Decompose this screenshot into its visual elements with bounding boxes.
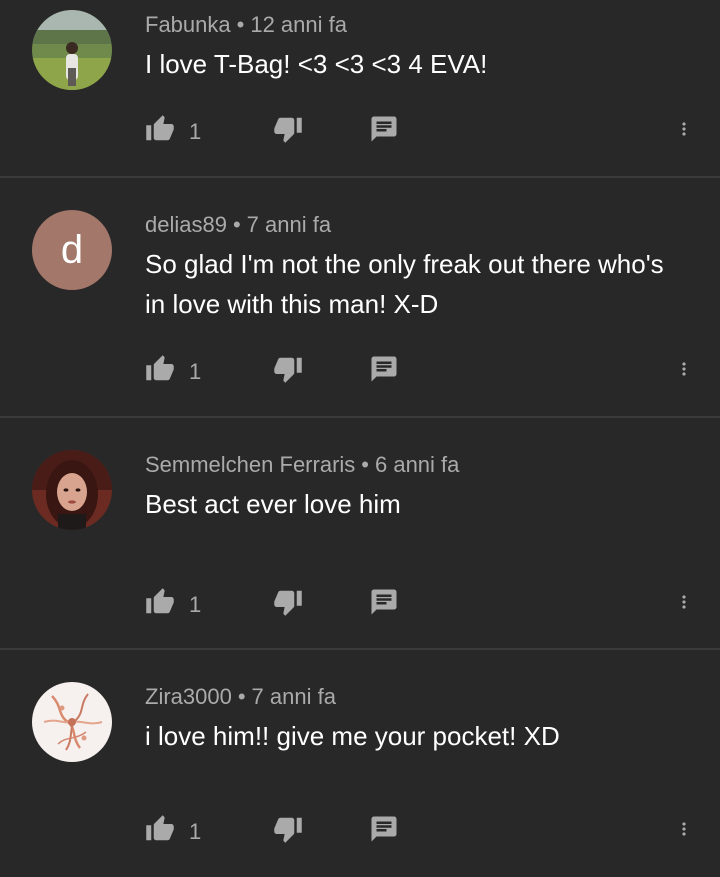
reply-button[interactable] bbox=[369, 352, 399, 386]
comment-time[interactable]: 6 anni fa bbox=[375, 452, 459, 477]
comment-text: Best act ever love him bbox=[145, 489, 401, 519]
like-button[interactable]: 1 bbox=[145, 812, 201, 846]
avatar[interactable] bbox=[32, 450, 112, 530]
meta-separator: • bbox=[232, 212, 241, 237]
more-vert-icon bbox=[674, 814, 694, 844]
comment-icon bbox=[369, 114, 399, 144]
comment-item: d delias89 • 7 anni fa So glad I'm not the… bbox=[0, 178, 720, 418]
more-options-button[interactable] bbox=[674, 352, 694, 386]
more-options-button[interactable] bbox=[674, 585, 694, 619]
comment-time[interactable]: 7 anni fa bbox=[252, 684, 336, 709]
more-vert-icon bbox=[674, 354, 694, 384]
thumb-down-icon bbox=[273, 814, 303, 844]
reply-button[interactable] bbox=[369, 812, 399, 846]
like-button[interactable]: 1 bbox=[145, 352, 201, 386]
reply-button[interactable] bbox=[369, 112, 399, 146]
author-name[interactable]: Zira3000 bbox=[145, 684, 232, 709]
author-name[interactable]: Fabunka bbox=[145, 12, 231, 37]
more-options-button[interactable] bbox=[674, 812, 694, 846]
comment-item: Fabunka • 12 anni fa I love T-Bag! <3 <3 <… bbox=[0, 0, 720, 178]
comment-text: So glad I'm not the only freak out there… bbox=[145, 249, 664, 319]
comment-item: Zira3000 • 7 anni fa i love him!! give me … bbox=[0, 650, 720, 877]
more-options-button[interactable] bbox=[674, 112, 694, 146]
comment-icon bbox=[369, 587, 399, 617]
meta-separator: • bbox=[237, 684, 246, 709]
author-name[interactable]: Semmelchen Ferraris bbox=[145, 452, 355, 477]
comment-icon bbox=[369, 814, 399, 844]
like-count: 1 bbox=[189, 359, 202, 384]
comment-actions: 1 bbox=[145, 585, 720, 619]
comment-time[interactable]: 7 anni fa bbox=[247, 212, 331, 237]
dislike-button[interactable] bbox=[273, 812, 303, 846]
like-count: 1 bbox=[189, 592, 202, 617]
thumb-up-icon bbox=[145, 114, 175, 144]
comment-text: I love T-Bag! <3 <3 <3 4 EVA! bbox=[145, 49, 488, 79]
thumb-down-icon bbox=[273, 114, 303, 144]
like-count: 1 bbox=[189, 819, 202, 844]
comment-actions: 1 bbox=[145, 812, 720, 846]
comment-item: Semmelchen Ferraris • 6 anni fa Best act e… bbox=[0, 418, 720, 650]
dislike-button[interactable] bbox=[273, 585, 303, 619]
comment-meta: Fabunka • 12 anni fa bbox=[145, 12, 347, 38]
comment-actions: 1 bbox=[145, 352, 720, 386]
comment-meta: Semmelchen Ferraris • 6 anni fa bbox=[145, 452, 459, 478]
dislike-button[interactable] bbox=[273, 352, 303, 386]
like-button[interactable]: 1 bbox=[145, 585, 201, 619]
avatar[interactable] bbox=[32, 682, 112, 762]
thumb-up-icon bbox=[145, 354, 175, 384]
like-count: 1 bbox=[189, 119, 202, 144]
comment-meta: delias89 • 7 anni fa bbox=[145, 212, 331, 238]
avatar[interactable]: d bbox=[32, 210, 112, 290]
meta-separator: • bbox=[236, 12, 245, 37]
author-name[interactable]: delias89 bbox=[145, 212, 227, 237]
like-button[interactable]: 1 bbox=[145, 112, 201, 146]
more-vert-icon bbox=[674, 114, 694, 144]
comment-meta: Zira3000 • 7 anni fa bbox=[145, 684, 336, 710]
more-vert-icon bbox=[674, 587, 694, 617]
thumb-up-icon bbox=[145, 814, 175, 844]
avatar[interactable] bbox=[32, 10, 112, 90]
reply-button[interactable] bbox=[369, 585, 399, 619]
comment-icon bbox=[369, 354, 399, 384]
meta-separator: • bbox=[361, 452, 369, 477]
thumb-down-icon bbox=[273, 587, 303, 617]
comment-text: i love him!! give me your pocket! XD bbox=[145, 721, 560, 751]
dislike-button[interactable] bbox=[273, 112, 303, 146]
thumb-down-icon bbox=[273, 354, 303, 384]
thumb-up-icon bbox=[145, 587, 175, 617]
comment-actions: 1 bbox=[145, 112, 720, 146]
comment-time[interactable]: 12 anni fa bbox=[250, 12, 347, 37]
